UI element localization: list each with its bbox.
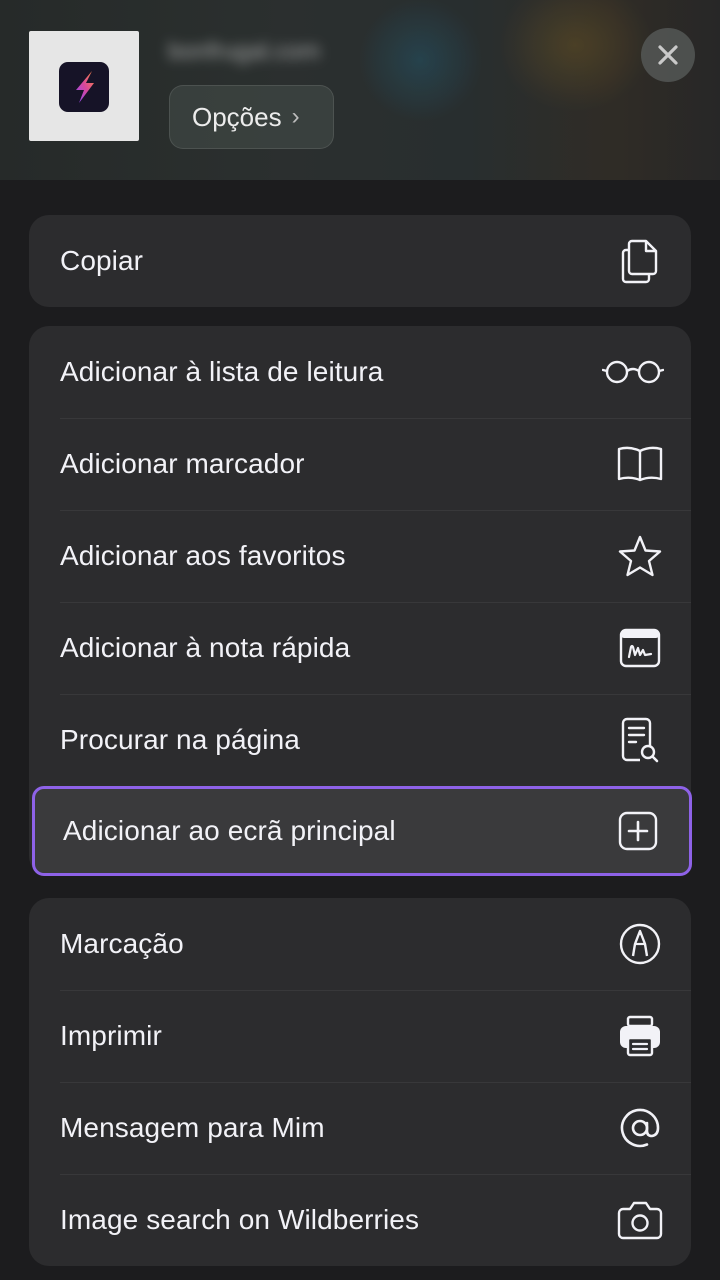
menu-item-print[interactable]: Imprimir [29,990,691,1082]
quick-note-icon [615,623,665,673]
find-in-page-icon [615,715,665,765]
action-group-share: Marcação Imprimir Mensagem para Mim Imag… [29,898,691,1266]
markup-pen-icon [615,919,665,969]
star-icon [615,531,665,581]
menu-item-copy[interactable]: Copiar [29,215,691,307]
menu-item-message-to-me[interactable]: Mensagem para Mim [29,1082,691,1174]
menu-item-image-search[interactable]: Image search on Wildberries [29,1174,691,1266]
close-icon [658,45,678,65]
menu-item-add-bookmark[interactable]: Adicionar marcador [29,418,691,510]
action-group-copy: Copiar [29,215,691,307]
menu-item-reading-list[interactable]: Adicionar à lista de leitura [29,326,691,418]
glasses-icon [601,347,665,397]
menu-item-label: Copiar [60,245,144,276]
site-url: bonfrugal.com [168,38,321,65]
menu-item-label: Adicionar à lista de leitura [60,356,384,387]
menu-item-label: Marcação [60,928,184,959]
menu-item-add-favorites[interactable]: Adicionar aos favoritos [29,510,691,602]
menu-item-label: Image search on Wildberries [60,1204,420,1235]
book-icon [615,439,665,489]
close-button[interactable] [641,28,695,82]
menu-item-add-to-home-screen[interactable]: Adicionar ao ecrã principal [32,786,692,876]
menu-item-quick-note[interactable]: Adicionar à nota rápida [29,602,691,694]
options-label: Opções [192,101,282,132]
options-button[interactable]: Opções › [169,85,334,149]
share-sheet-header: bonfrugal.com Opções › [0,0,720,180]
chevron-right-icon: › [291,103,300,130]
menu-item-label: Adicionar aos favoritos [60,540,346,571]
menu-item-markup[interactable]: Marcação [29,898,691,990]
lightning-app-icon [59,62,109,112]
site-thumbnail [29,31,139,141]
at-icon [615,1103,665,1153]
menu-item-label: Mensagem para Mim [60,1112,325,1143]
printer-icon [615,1011,665,1061]
menu-item-find-in-page[interactable]: Procurar na página [29,694,691,786]
copy-icon [615,236,665,286]
menu-item-label: Adicionar marcador [60,448,305,479]
action-group-page: Adicionar à lista de leitura Adicionar m… [29,326,692,876]
add-square-icon [613,806,663,856]
camera-icon [615,1195,665,1245]
menu-item-label: Adicionar à nota rápida [60,632,351,663]
menu-item-label: Adicionar ao ecrã principal [63,815,396,846]
menu-item-label: Procurar na página [60,724,300,755]
menu-item-label: Imprimir [60,1020,162,1051]
